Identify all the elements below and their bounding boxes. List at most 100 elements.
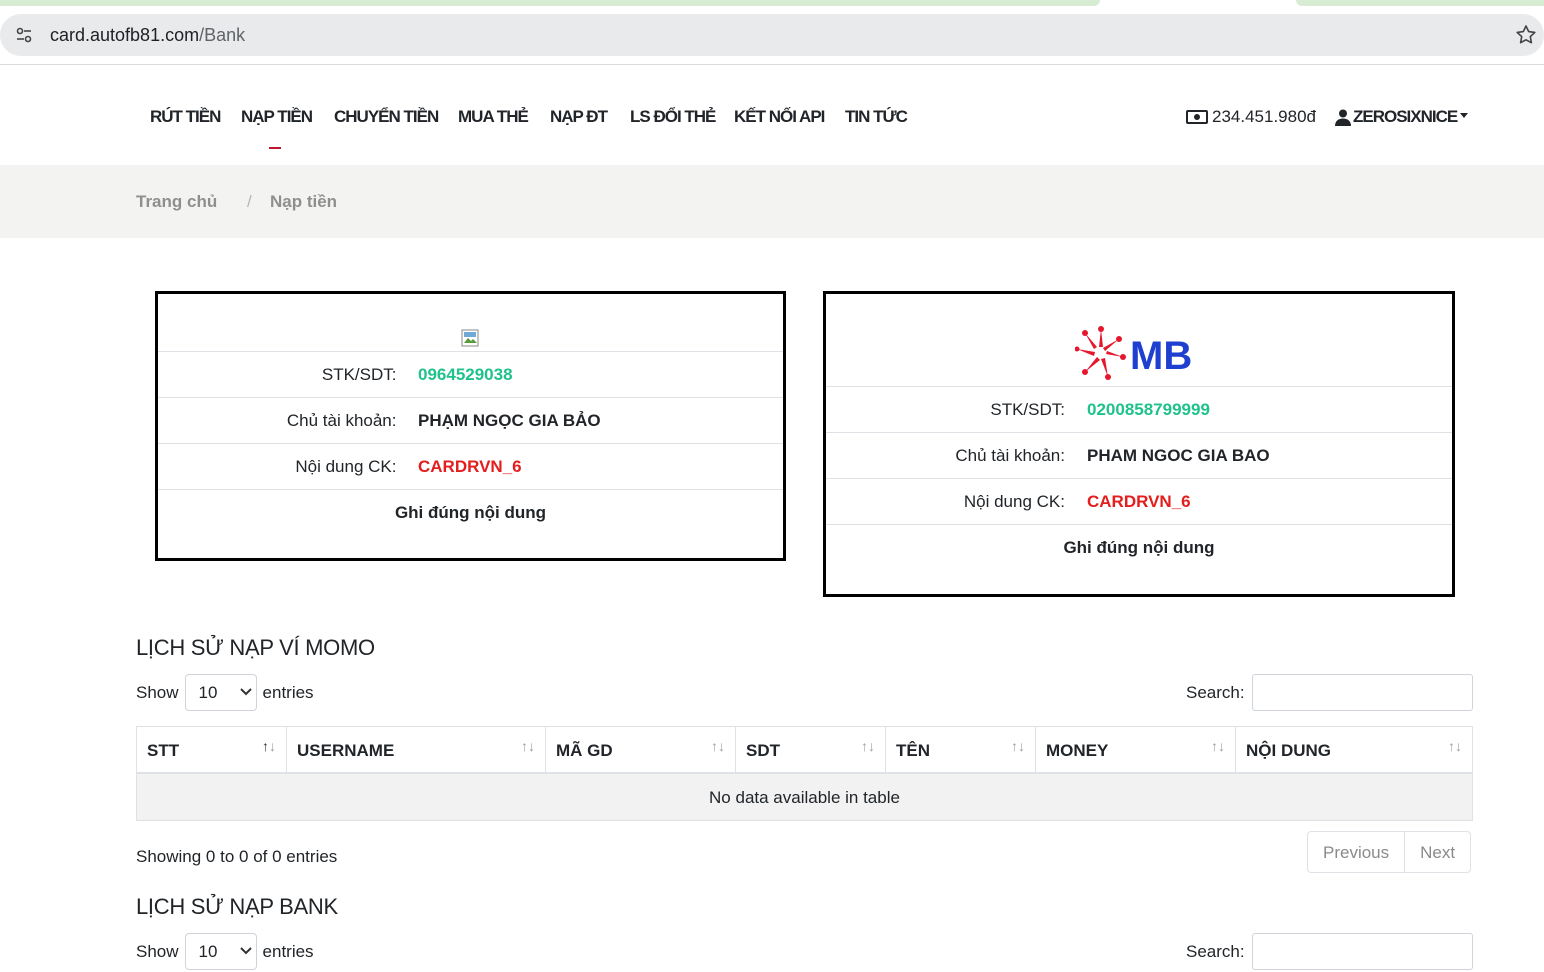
show-label: Show — [136, 682, 179, 702]
column-header-sdt[interactable]: SDT ↑↓ — [736, 727, 886, 774]
column-header-username[interactable]: USERNAME ↑↓ — [287, 727, 546, 774]
account-number: 0964529038 — [418, 365, 513, 384]
column-label: MONEY — [1046, 741, 1109, 760]
broken-image-icon — [461, 329, 479, 347]
account-owner-row: Chủ tài khoản: PHAM NGOC GIA BAO — [826, 432, 1452, 478]
owner-name: PHAM NGOC GIA BAO — [1087, 446, 1270, 465]
top-navbar: RÚT TIỀN NẠP TIỀN CHUYỂN TIỀN MUA THẺ NẠ… — [0, 65, 1544, 165]
chevron-down-icon — [239, 688, 252, 696]
money-bill-icon — [1186, 110, 1208, 124]
nav-nap-dt[interactable]: NẠP ĐT — [550, 107, 608, 127]
bank-history-title: LỊCH SỬ NẠP BANK — [136, 894, 338, 919]
browser-tab[interactable] — [1296, 0, 1544, 6]
entries-label: entries — [262, 682, 314, 702]
nav-rut-tien[interactable]: RÚT TIỀN — [150, 107, 221, 127]
nav-mua-the[interactable]: MUA THẺ — [458, 107, 529, 127]
balance-display: 234.451.980đ — [1186, 107, 1316, 127]
table-info: Showing 0 to 0 of 0 entries — [136, 847, 338, 866]
note-row: Ghi đúng nội dung — [158, 489, 783, 535]
breadcrumb-separator: / — [247, 192, 252, 211]
column-label: SDT — [746, 741, 780, 760]
bank-card-momo: STK/SDT: 0964529038 Chủ tài khoản: PHẠM … — [155, 291, 786, 561]
address-bar[interactable]: card.autofb81.com/Bank — [0, 14, 1544, 56]
nav-nap-tien[interactable]: NẠP TIỀN — [241, 107, 313, 127]
column-label: TÊN — [896, 741, 930, 760]
transfer-content: CARDRVN_6 — [418, 457, 522, 476]
bank-entries-select[interactable]: 10 — [184, 933, 257, 970]
nav-ket-noi-api[interactable]: KẾT NỐI API — [734, 107, 825, 127]
show-label: Show — [136, 941, 179, 961]
sort-icon: ↑↓ — [1211, 738, 1225, 754]
previous-button[interactable]: Previous — [1308, 832, 1404, 872]
sort-icon: ↑↓ — [262, 738, 276, 754]
column-header-noi-dung[interactable]: NỘI DUNG ↑↓ — [1236, 727, 1472, 774]
account-number-row: STK/SDT: 0964529038 — [158, 351, 783, 397]
momo-length-control: Show 10 entries — [136, 674, 314, 711]
caret-down-icon — [1460, 113, 1469, 118]
bank-card-mb: MB STK/SDT: 0200858799999 Chủ tài khoản:… — [823, 291, 1455, 597]
momo-history-table: STT ↑↓ USERNAME ↑↓ MÃ GD ↑↓ SDT ↑↓ TÊN ↑… — [136, 726, 1473, 821]
entries-value: 10 — [198, 942, 218, 961]
transfer-note: Ghi đúng nội dung — [1063, 538, 1215, 557]
bookmark-star-icon[interactable] — [1514, 23, 1538, 47]
column-label: NỘI DUNG — [1246, 741, 1331, 760]
column-header-ma-gd[interactable]: MÃ GD ↑↓ — [546, 727, 736, 774]
empty-table-message: No data available in table — [137, 774, 1472, 820]
account-label: STK/SDT: — [990, 400, 1065, 419]
sort-icon: ↑↓ — [1011, 738, 1025, 754]
account-label: STK/SDT: — [321, 365, 397, 384]
column-label: USERNAME — [297, 741, 395, 760]
svg-text:MB: MB — [1130, 334, 1192, 378]
owner-label: Chủ tài khoản: — [286, 411, 397, 430]
balance-amount: 234.451.980đ — [1212, 107, 1316, 126]
pagination: Previous Next — [1307, 831, 1472, 873]
momo-entries-select[interactable]: 10 — [184, 674, 257, 711]
note-row: Ghi đúng nội dung — [826, 524, 1452, 570]
momo-search-input[interactable] — [1252, 674, 1473, 711]
breadcrumb-home[interactable]: Trang chủ — [136, 192, 217, 212]
breadcrumb-current: Nạp tiền — [270, 192, 338, 211]
entries-value: 10 — [198, 683, 218, 702]
browser-tabstrip — [0, 0, 1544, 8]
momo-search-label: Search: — [1186, 683, 1245, 702]
chevron-down-icon — [239, 947, 252, 955]
user-dropdown[interactable]: ZEROSIXNICE — [1335, 107, 1469, 127]
user-icon — [1335, 109, 1351, 126]
browser-tab[interactable] — [0, 0, 1100, 6]
account-number: 0200858799999 — [1087, 400, 1210, 419]
sort-icon: ↑↓ — [1448, 738, 1462, 754]
entries-label: entries — [262, 941, 314, 961]
nav-ls-doi-the[interactable]: LS ĐỔI THẺ — [630, 107, 716, 127]
transfer-content-row: Nội dung CK: CARDRVN_6 — [158, 443, 783, 489]
breadcrumb: Trang chủ / Nạp tiền — [0, 165, 1544, 238]
sort-icon: ↑↓ — [711, 738, 725, 754]
nav-chuyen-tien[interactable]: CHUYỂN TIỀN — [334, 107, 439, 127]
transfer-note: Ghi đúng nội dung — [394, 503, 547, 522]
username-label: ZEROSIXNICE — [1353, 107, 1458, 126]
column-header-ten[interactable]: TÊN ↑↓ — [886, 727, 1036, 774]
account-owner-row: Chủ tài khoản: PHẠM NGỌC GIA BẢO — [158, 397, 783, 443]
column-label: MÃ GD — [556, 741, 613, 760]
transfer-content: CARDRVN_6 — [1087, 492, 1191, 511]
transfer-content-row: Nội dung CK: CARDRVN_6 — [826, 478, 1452, 524]
bank-length-control: Show 10 entries — [136, 933, 314, 970]
account-number-row: STK/SDT: 0200858799999 — [826, 386, 1452, 432]
sort-icon: ↑↓ — [521, 738, 535, 754]
content-label: Nội dung CK: — [295, 457, 397, 476]
bank-search-label: Search: — [1186, 942, 1245, 961]
site-settings-icon[interactable] — [14, 25, 34, 45]
column-label: STT — [147, 741, 180, 760]
active-nav-indicator — [269, 147, 281, 149]
column-header-money[interactable]: MONEY ↑↓ — [1036, 727, 1236, 774]
owner-label: Chủ tài khoản: — [955, 446, 1065, 465]
nav-tin-tuc[interactable]: TIN TỨC — [845, 107, 908, 127]
content-label: Nội dung CK: — [963, 492, 1065, 511]
bank-search-input[interactable] — [1252, 933, 1473, 970]
url-text[interactable]: card.autofb81.com/Bank — [50, 25, 245, 46]
column-header-stt[interactable]: STT ↑↓ — [137, 727, 287, 774]
sort-icon: ↑↓ — [861, 738, 875, 754]
momo-history-title: LỊCH SỬ NẠP VÍ MOMO — [136, 635, 375, 660]
owner-name: PHẠM NGỌC GIA BẢO — [418, 411, 601, 430]
next-button[interactable]: Next — [1404, 832, 1470, 872]
mb-bank-logo: MB — [1075, 326, 1192, 380]
